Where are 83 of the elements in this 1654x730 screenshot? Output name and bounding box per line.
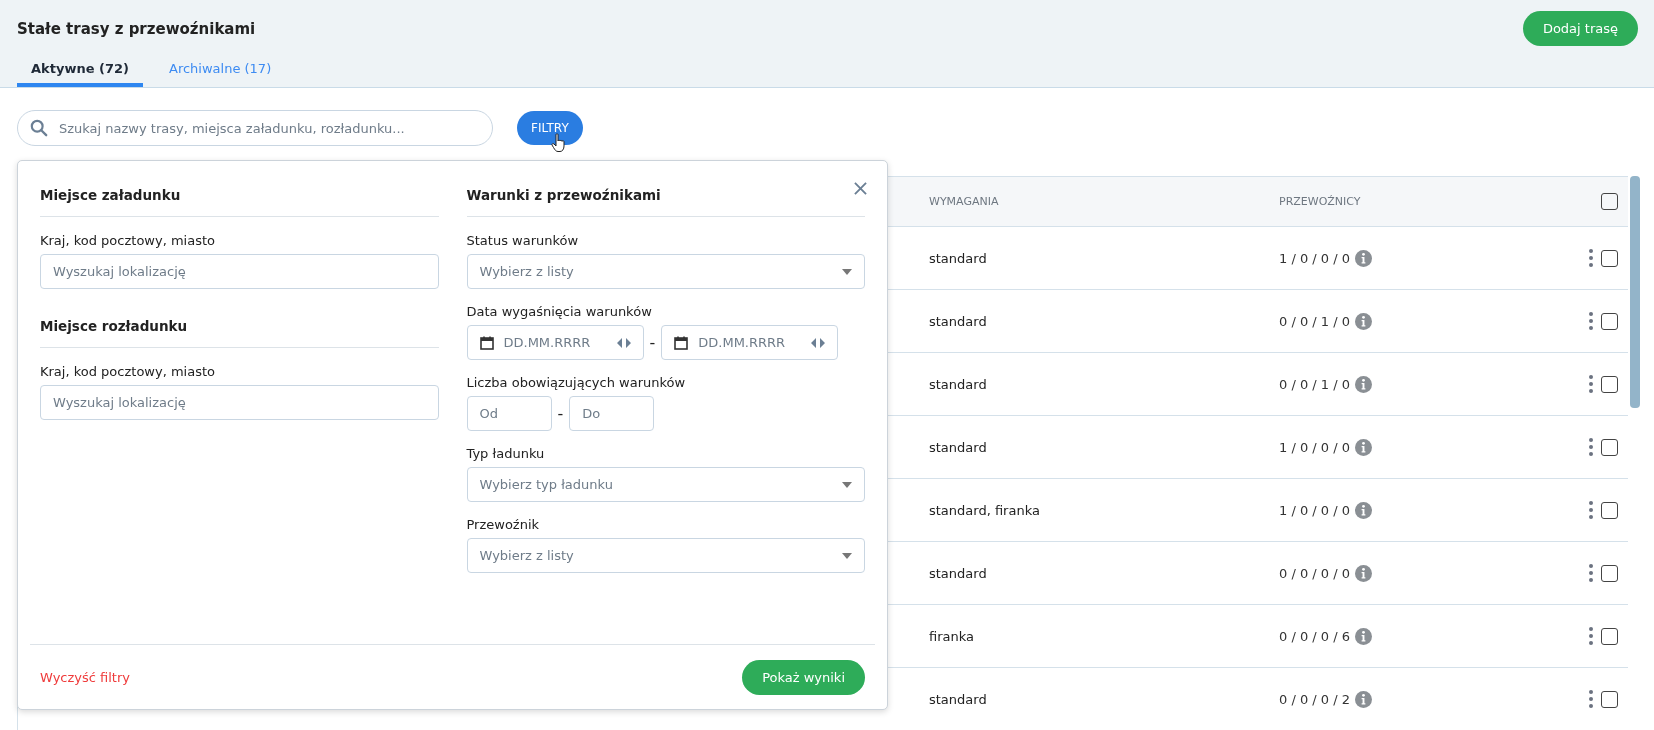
stepper-arrows-icon[interactable] <box>616 337 631 348</box>
table-cell-text: standard <box>928 691 988 707</box>
dropdown-caret-icon <box>842 481 852 488</box>
info-icon[interactable] <box>1355 312 1373 330</box>
row-checkbox[interactable] <box>1601 375 1618 393</box>
table-cell-text: standard, firanka <box>928 502 1041 518</box>
table-cell-text: firanka <box>928 628 975 644</box>
more-options-icon[interactable] <box>1589 564 1593 582</box>
info-icon[interactable] <box>1355 564 1373 582</box>
search-field[interactable]: Szukaj nazwy trasy, miejsca załadunku, rozładunku... <box>17 110 493 146</box>
info-icon[interactable] <box>1355 375 1373 393</box>
location-field[interactable]: Wyszukaj lokalizację <box>40 254 439 289</box>
field-label: Typ ładunku <box>466 446 546 461</box>
stepper-arrows-icon[interactable] <box>811 337 826 348</box>
row-checkbox[interactable] <box>1601 438 1618 456</box>
clear-filters-link[interactable]: Wyczyść filtry <box>40 669 130 685</box>
table-cell: 0 / 0 / 0 / 2 <box>1279 691 1351 707</box>
calendar-icon <box>479 335 494 350</box>
calendar-icon <box>674 335 689 350</box>
page-title: Stałe trasy z przewoźnikami <box>17 19 256 38</box>
more-options-icon[interactable] <box>1589 501 1593 519</box>
table-cell: 0 / 0 / 1 / 0 <box>1279 313 1351 329</box>
table-cell-text: standard <box>928 565 988 581</box>
row-checkbox[interactable] <box>1601 501 1618 519</box>
row-checkbox[interactable] <box>1601 564 1618 582</box>
dropdown-caret-icon <box>842 552 852 559</box>
table-cell: 1 / 0 / 0 / 0 <box>1279 439 1351 455</box>
select-all-checkbox[interactable] <box>1601 193 1618 210</box>
number-field[interactable]: Do <box>569 396 655 431</box>
scrollbar[interactable] <box>1630 176 1640 408</box>
range-separator: - <box>649 332 656 354</box>
field-label: Liczba obowiązujących warunków <box>466 375 687 390</box>
more-options-icon[interactable] <box>1589 249 1593 267</box>
number-field[interactable]: Od <box>466 396 552 431</box>
field-label: Data wygaśnięcia warunków <box>466 304 653 319</box>
tab[interactable]: Aktywne (72) <box>17 55 143 87</box>
info-icon[interactable] <box>1355 690 1373 708</box>
field-label: Kraj, kod pocztowy, miasto <box>40 233 216 248</box>
location-field[interactable]: Wyszukaj lokalizację <box>40 385 439 420</box>
row-checkbox[interactable] <box>1601 312 1618 330</box>
section-title: Miejsce załadunku <box>40 187 439 217</box>
show-results-button[interactable]: Pokaż wyniki <box>742 659 865 695</box>
field-label: Status warunków <box>466 233 580 248</box>
table-cell: 0 / 0 / 1 / 0 <box>1279 376 1351 392</box>
table-cell-text: standard <box>928 376 988 392</box>
table-cell: 1 / 0 / 0 / 0 <box>1279 250 1351 266</box>
row-checkbox[interactable] <box>1601 690 1618 708</box>
more-options-icon[interactable] <box>1589 312 1593 330</box>
date-field[interactable]: DD.MM.RRRR <box>661 325 839 360</box>
table-cell: 1 / 0 / 0 / 0 <box>1279 502 1351 518</box>
field-label: Przewoźnik <box>466 517 541 532</box>
dropdown-field[interactable]: Wybierz z listy <box>466 254 865 289</box>
field-label: Kraj, kod pocztowy, miasto <box>40 364 216 379</box>
column-header: PRZEWOŹNICY <box>1279 195 1362 208</box>
column-header: WYMAGANIA <box>928 195 1000 208</box>
more-options-icon[interactable] <box>1589 627 1593 645</box>
range-separator: - <box>557 403 564 425</box>
more-options-icon[interactable] <box>1589 375 1593 393</box>
table-cell: 0 / 0 / 0 / 6 <box>1279 628 1351 644</box>
info-icon[interactable] <box>1355 627 1373 645</box>
table-cell-text: standard <box>928 439 988 455</box>
more-options-icon[interactable] <box>1589 690 1593 708</box>
row-checkbox[interactable] <box>1601 249 1618 267</box>
search-icon <box>30 119 48 137</box>
info-icon[interactable] <box>1355 501 1373 519</box>
add-route-button[interactable]: Dodaj trasę <box>1522 11 1638 46</box>
section-title: Miejsce rozładunku <box>40 318 439 348</box>
table-cell: 0 / 0 / 0 / 0 <box>1279 565 1351 581</box>
more-options-icon[interactable] <box>1589 438 1593 456</box>
row-checkbox[interactable] <box>1601 627 1618 645</box>
filters-button[interactable]: FILTRY <box>517 111 583 145</box>
info-icon[interactable] <box>1355 249 1373 267</box>
dropdown-field[interactable]: Wybierz z listy <box>466 538 865 573</box>
tab[interactable]: Archiwalne (17) <box>155 55 286 87</box>
table-cell-text: standard <box>928 313 988 329</box>
date-field[interactable]: DD.MM.RRRR <box>466 325 644 360</box>
section-title: Warunki z przewoźnikami <box>466 187 865 217</box>
close-icon[interactable] <box>854 182 867 195</box>
hand-cursor-icon <box>551 133 567 153</box>
dropdown-caret-icon <box>842 268 852 275</box>
dropdown-field[interactable]: Wybierz typ ładunku <box>466 467 865 502</box>
table-cell-text: standard <box>928 250 988 266</box>
info-icon[interactable] <box>1355 438 1373 456</box>
